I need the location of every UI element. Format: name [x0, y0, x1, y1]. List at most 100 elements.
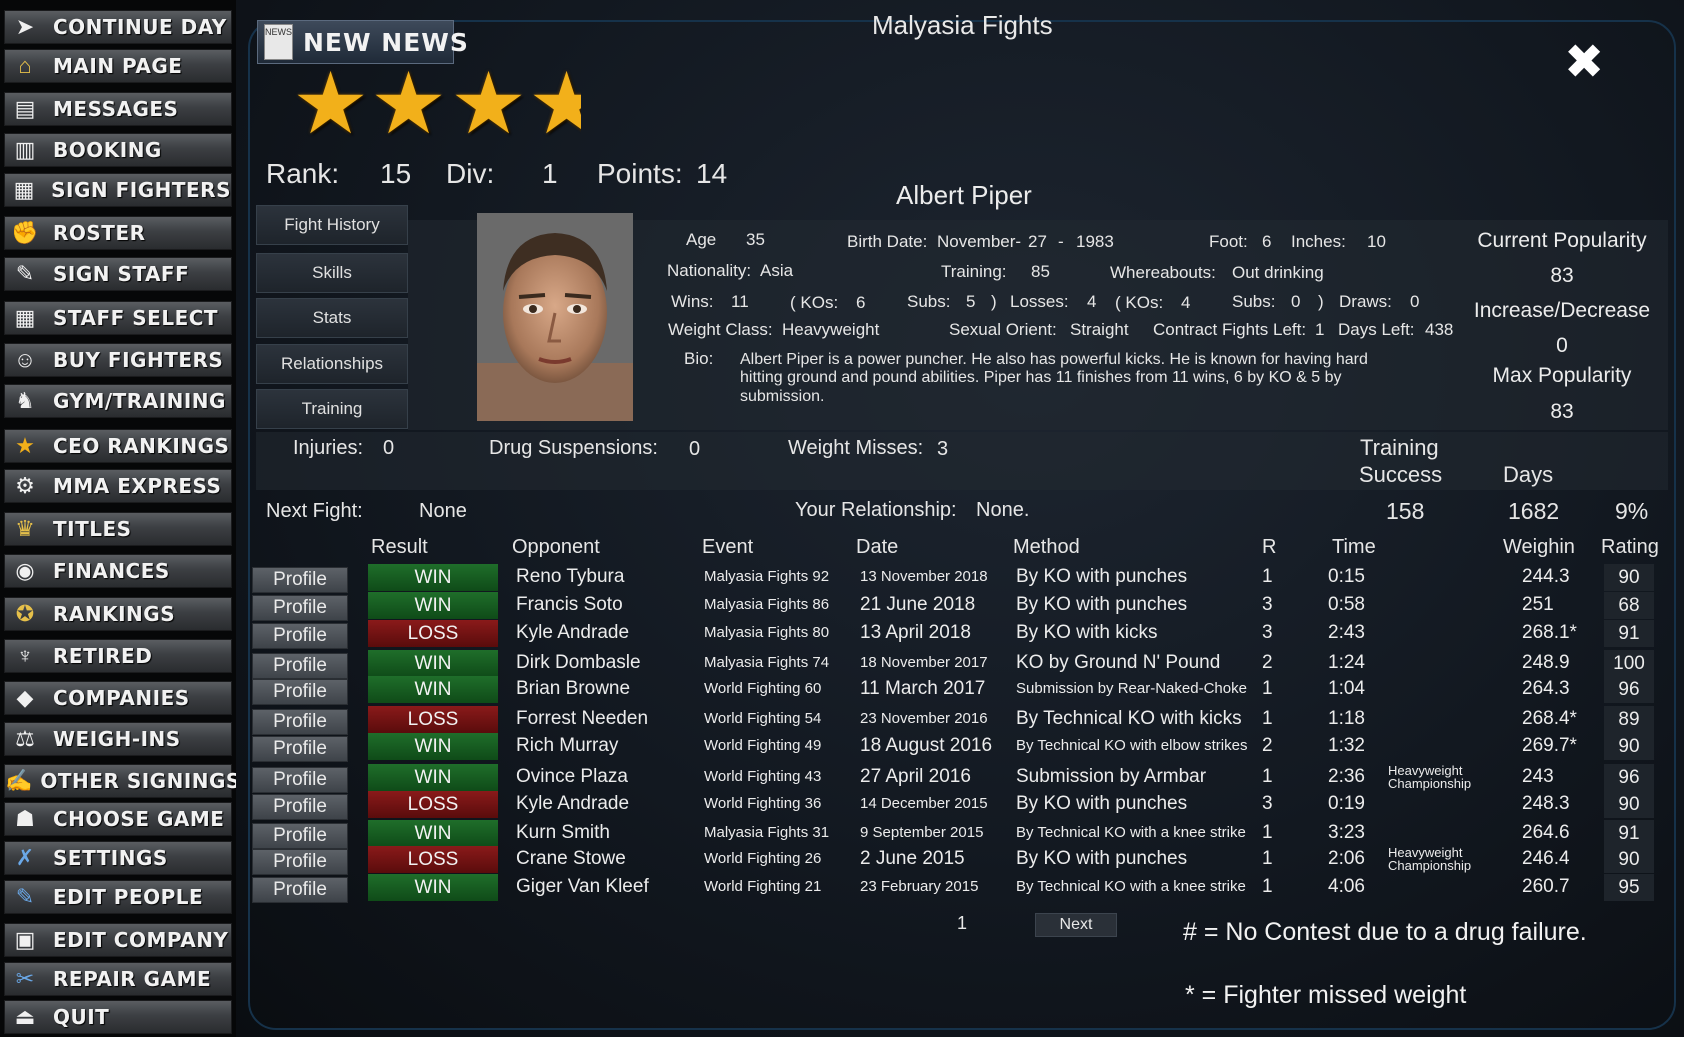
opponent-cell[interactable]: Ovince Plaza [516, 766, 628, 788]
tab-relationships[interactable]: Relationships [256, 344, 408, 384]
sidebar-item-staff-select[interactable]: ▦ STAFF SELECT [4, 301, 232, 335]
sidebar-item-main-page[interactable]: ⌂ MAIN PAGE [4, 49, 232, 83]
table-row: Profile WIN Brian Browne World Fighting 60 1… [252, 676, 1662, 705]
opponent-cell[interactable]: Rich Murray [516, 735, 618, 757]
sidebar-item-roster[interactable]: ✊ ROSTER [4, 216, 232, 250]
method-cell: By KO with punches [1016, 566, 1188, 587]
opponent-cell[interactable]: Kurn Smith [516, 822, 610, 844]
time-cell: 1:24 [1328, 652, 1365, 673]
sidebar-item-continue-day[interactable]: ➤ CONTINUE DAY [4, 10, 232, 44]
sidebar-item-ceo-rankings[interactable]: ★ CEO RANKINGS [4, 429, 232, 463]
round-cell: 3 [1262, 622, 1273, 643]
sidebar-item-gym-training[interactable]: ♞ GYM/TRAINING [4, 384, 232, 418]
sidebar-item-retired[interactable]: ♆ RETIRED [4, 639, 232, 673]
next-page-button[interactable]: Next [1035, 913, 1117, 937]
rating-cell: 90 [1604, 564, 1654, 591]
company-icon: ▣ [14, 927, 36, 952]
sidebar-item-quit[interactable]: ⏏ QUIT [4, 1000, 232, 1034]
div-value: 1 [542, 158, 558, 189]
weighin-cell: 264.6 [1522, 822, 1570, 843]
losses-ko-label: ( KOs: [1115, 293, 1164, 312]
wins-value: 11 [731, 292, 749, 311]
event-cell: World Fighting 49 [704, 737, 822, 754]
opponent-cell[interactable]: Dirk Dombasle [516, 652, 641, 674]
losses-label: Losses: [1010, 292, 1069, 311]
sidebar-item-titles[interactable]: ♛ TITLES [4, 512, 232, 546]
sidebar-item-label: COMPANIES [53, 686, 190, 710]
opponent-cell[interactable]: Crane Stowe [516, 848, 626, 870]
tab-stats[interactable]: Stats [256, 298, 408, 338]
status-band [256, 432, 1668, 490]
weighin-cell: 248.9 [1522, 652, 1570, 673]
round-cell: 2 [1262, 652, 1273, 673]
tab-fight-history[interactable]: Fight History [256, 205, 408, 245]
profile-button[interactable]: Profile [252, 736, 348, 762]
opponent-cell[interactable]: Reno Tybura [516, 566, 624, 588]
sidebar-item-mma-express[interactable]: ⚙ MMA EXPRESS [4, 469, 232, 503]
weight-misses-value: 3 [937, 438, 949, 460]
sidebar-item-sign-fighters[interactable]: ▦ SIGN FIGHTERS [4, 173, 232, 207]
sidebar-item-label: CEO RANKINGS [53, 434, 230, 458]
profile-button[interactable]: Profile [252, 709, 348, 735]
sidebar-item-settings[interactable]: ✗ SETTINGS [4, 841, 232, 875]
sidebar-item-label: STAFF SELECT [53, 306, 219, 330]
profile-button[interactable]: Profile [252, 794, 348, 820]
sidebar-item-companies[interactable]: ◆ COMPANIES [4, 681, 232, 715]
sidebar-item-edit-company[interactable]: ▣ EDIT COMPANY [4, 923, 232, 957]
result-badge: WIN [368, 733, 498, 760]
new-news-label: NEW NEWS [303, 27, 469, 57]
rating-cell: 91 [1604, 620, 1654, 647]
sidebar-item-choose-game[interactable]: ☗ CHOOSE GAME [4, 802, 232, 836]
sidebar-item-finances[interactable]: ◉ FINANCES [4, 554, 232, 588]
profile-button[interactable]: Profile [252, 767, 348, 793]
profile-button[interactable]: Profile [252, 623, 348, 649]
opponent-cell[interactable]: Kyle Andrade [516, 793, 629, 815]
time-cell: 2:43 [1328, 622, 1365, 643]
date-cell: 18 November 2017 [860, 654, 988, 671]
result-badge: WIN [368, 764, 498, 791]
round-cell: 1 [1262, 822, 1273, 843]
fighter-name: Albert Piper [896, 180, 1032, 210]
sidebar-item-repair-game[interactable]: ✂ REPAIR GAME [4, 962, 232, 996]
profile-button[interactable]: Profile [252, 595, 348, 621]
opponent-cell[interactable]: Kyle Andrade [516, 622, 629, 644]
rating-cell: 90 [1604, 846, 1654, 873]
profile-button[interactable]: Profile [252, 567, 348, 593]
time-cell: 1:32 [1328, 735, 1365, 756]
current-popularity-value: 83 [1550, 264, 1574, 287]
method-cell: By KO with punches [1016, 793, 1188, 814]
opponent-cell[interactable]: Brian Browne [516, 678, 630, 700]
sidebar-item-sign-staff[interactable]: ✎ SIGN STAFF [4, 257, 232, 291]
rating-cell: 68 [1604, 592, 1654, 619]
sidebar-item-messages[interactable]: ▤ MESSAGES [4, 92, 232, 126]
sidebar-item-weigh-ins[interactable]: ⚖ WEIGH-INS [4, 722, 232, 756]
round-cell: 1 [1262, 678, 1273, 699]
training-label: Training: [941, 262, 1007, 281]
sidebar-item-buy-fighters[interactable]: ☺ BUY FIGHTERS [4, 343, 232, 377]
sidebar-item-booking[interactable]: ▥ BOOKING [4, 133, 232, 167]
tab-training[interactable]: Training [256, 389, 408, 429]
opponent-cell[interactable]: Giger Van Kleef [516, 876, 649, 898]
sidebar-item-edit-people[interactable]: ✎ EDIT PEOPLE [4, 880, 232, 914]
method-cell: By KO with punches [1016, 848, 1188, 869]
opponent-cell[interactable]: Francis Soto [516, 594, 623, 616]
tab-skills[interactable]: Skills [256, 253, 408, 293]
sidebar-item-other-signings[interactable]: ✍ OTHER SIGNINGS [4, 764, 240, 798]
date-cell: 13 November 2018 [860, 568, 988, 585]
table-row: Profile WIN Ovince Plaza World Fighting 43 2… [252, 764, 1662, 793]
close-icon[interactable]: ✖ [1564, 36, 1604, 90]
profile-button[interactable]: Profile [252, 877, 348, 903]
profile-button[interactable]: Profile [252, 679, 348, 705]
nationality-label: Nationality: [667, 261, 752, 280]
opponent-cell[interactable]: Forrest Needen [516, 708, 648, 730]
table-row: Profile WIN Dirk Dombasle Malyasia Fights 7… [252, 650, 1662, 679]
method-cell: By Technical KO with a knee strike [1016, 824, 1246, 841]
newspaper-icon: ▤ [14, 96, 36, 121]
event-cell: World Fighting 60 [704, 680, 822, 697]
pen-icon: ✎ [15, 261, 35, 286]
profile-button[interactable]: Profile [252, 849, 348, 875]
date-cell: 13 April 2018 [860, 622, 971, 643]
sidebar-item-rankings[interactable]: ✪ RANKINGS [4, 597, 232, 631]
sidebar-item-label: SIGN STAFF [53, 262, 190, 286]
weighin-cell: 243 [1522, 766, 1554, 787]
